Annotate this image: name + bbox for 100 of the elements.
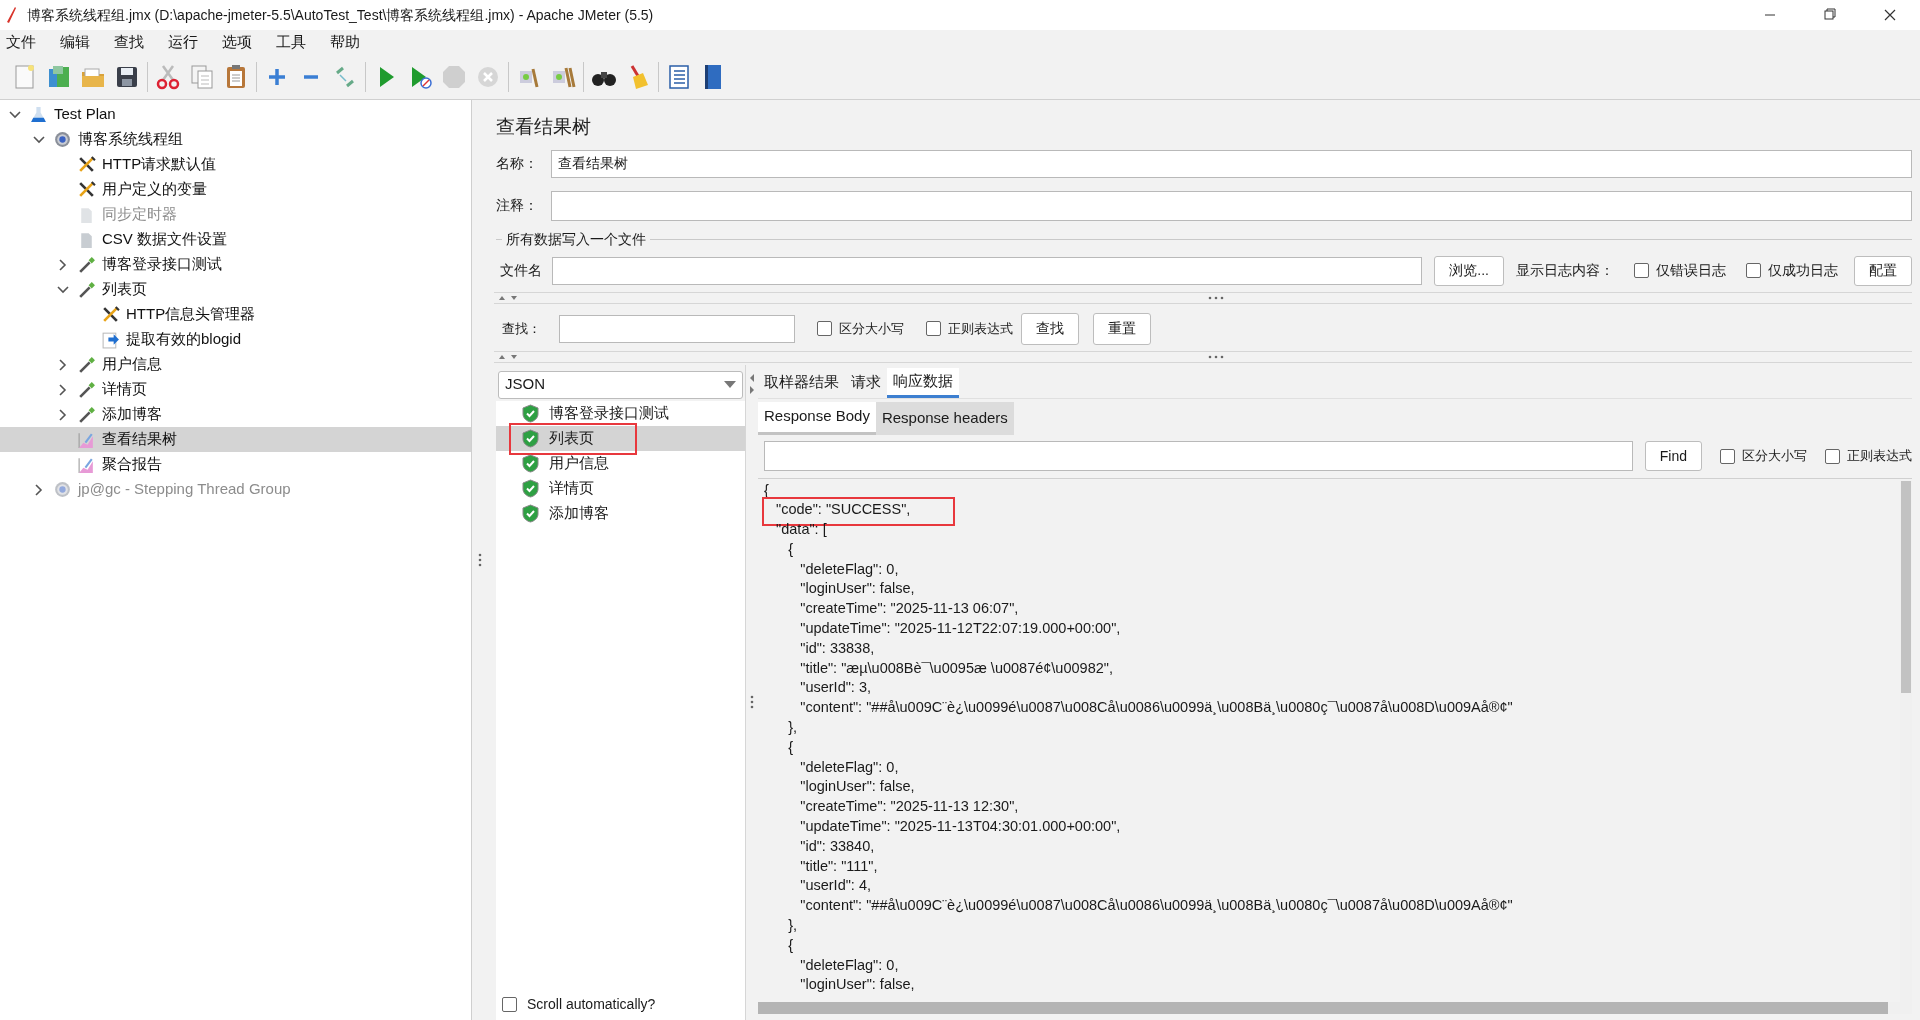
code-line: "loginUser": false, [799,777,915,797]
checkbox-label: 区分大小写 [839,319,904,338]
tab[interactable]: 响应数据 [887,367,959,398]
shield-check-icon [522,428,539,448]
collapse-arrows-icon[interactable] [498,293,520,302]
code-line: "userId": 3, [799,678,871,698]
flask-icon [28,105,48,124]
menu-item[interactable]: 运行 [168,30,198,54]
code-line: }, [787,718,798,738]
collapse-arrows-icon[interactable] [498,352,520,361]
field-label: 名称： [496,154,539,173]
checkbox[interactable] [817,321,832,336]
code-line: { [787,737,793,757]
checkbox[interactable] [926,321,941,336]
tab[interactable]: 取样器结果 [758,367,845,398]
menu-item[interactable]: 查找 [114,30,144,54]
tab[interactable]: Response headers [875,401,1014,435]
window-title: 博客系统线程组.jmx (D:\apache-jmeter-5.5\AutoTest_Test\博客系统线程组.jmx) - Apache JMeter (5.5) [27,5,654,25]
input-field[interactable] [551,190,1912,221]
input-field[interactable] [764,441,1633,471]
checkbox[interactable] [1746,263,1761,278]
field-label: 注释： [496,196,539,215]
code-line: }, [787,916,798,936]
menu-item[interactable]: 工具 [276,30,306,54]
shield-check-icon [522,453,539,473]
app-logo-icon [5,6,17,24]
chevron-right-icon[interactable] [59,408,67,421]
tree-item[interactable]: HTTP请求默认值 [0,152,471,177]
tree-item[interactable]: 添加博客 [0,402,471,427]
renderer-dropdown[interactable]: JSON [498,370,743,399]
result-item[interactable]: 用户信息 [496,450,745,476]
tree-item[interactable]: 用户定义的变量 [0,177,471,202]
code-line: "deleteFlag": 0, [799,955,899,975]
checkbox[interactable] [1634,263,1649,278]
field-label: 查找： [502,319,541,338]
menu-item[interactable]: 文件 [6,30,36,54]
tree-item[interactable]: 提取有效的blogid [0,327,471,352]
tree-item[interactable]: 查看结果树 [0,427,471,452]
code-line: "createTime": "2025-11-13 12:30", [799,797,1019,817]
code-line: { [787,935,793,955]
splitter-handle-icon[interactable] [750,694,754,709]
splitter-handle-icon[interactable] [478,553,482,567]
splitter-handle-icon[interactable] [1208,295,1224,300]
gear-icon [52,130,72,149]
chevron-right-icon[interactable] [59,258,67,271]
input-field[interactable] [559,314,795,343]
configure-button[interactable]: 配置 [1854,255,1912,286]
menu-item[interactable]: 选项 [222,30,252,54]
code-line: "updateTime": "2025-11-13T04:30:01.000+00:00", [799,817,1121,837]
tree-item[interactable]: 用户信息 [0,352,471,377]
code-line: "content": "##å\u009C¨è¿\u0099é\u0087\u008Cå\u0086\u0099ä¸\u008Bä¸\u0080ç¯\u0087å\u008D\u009Aå®¢" [799,896,1513,916]
input-field[interactable]: 查看结果树 [551,149,1912,178]
splitter-handle-icon[interactable] [1208,354,1224,359]
code-line: "deleteFlag": 0, [799,559,899,579]
tree-item[interactable]: 详情页 [0,377,471,402]
code-line: "id": 33838, [799,638,875,658]
tree-item[interactable]: 聚合报告 [0,452,471,477]
chevron-down-icon[interactable] [57,285,69,294]
checkbox-label: 正则表达式 [948,319,1013,338]
checkbox[interactable] [1720,448,1735,464]
chart-icon [76,430,96,449]
chevron-down-icon[interactable] [33,135,45,144]
result-item[interactable]: 详情页 [496,475,745,501]
checkbox-label: 仅错误日志 [1656,261,1726,280]
tree-item[interactable]: 列表页 [0,277,471,302]
find-button[interactable]: Find [1644,441,1702,471]
code-line: "title": "æµ\u008Bè¯\u0095æ \u0087é¢\u00982", [799,658,1113,678]
browse-button[interactable]: 浏览... [1434,255,1504,286]
tree-item[interactable]: HTTP信息头管理器 [0,302,471,327]
code-line: { [787,539,793,559]
menu-item[interactable]: 帮助 [330,30,360,54]
result-item[interactable]: 博客登录接口测试 [496,400,745,426]
tree-item[interactable]: 博客系统线程组 [0,127,471,152]
find-button[interactable]: 查找 [1021,312,1079,345]
code-line: "content": "##å\u009C¨è¿\u0099é\u0087\u008Cå\u0086\u0099ä¸\u008Bä¸\u0080ç¯\u0087å\u008D\u009Aå®¢" [799,698,1513,718]
chevron-right-icon[interactable] [59,383,67,396]
reset-button[interactable]: 重置 [1093,312,1151,345]
tree-item[interactable]: 博客登录接口测试 [0,252,471,277]
chevron-down-icon[interactable] [9,110,21,119]
shield-check-icon [522,503,539,523]
code-line: "code": "SUCCESS", [764,500,911,521]
checkbox[interactable] [502,996,517,1012]
chart-icon [76,455,96,474]
input-field[interactable] [552,256,1423,285]
tree-item[interactable]: CSV 数据文件设置 [0,227,471,252]
checkbox[interactable] [1825,448,1840,464]
chevron-right-icon[interactable] [59,358,67,371]
collapse-arrows-icon[interactable] [749,372,755,395]
checkbox-label: 仅成功日志 [1768,261,1838,280]
code-line: "loginUser": false, [799,579,915,599]
menu-item[interactable]: 编辑 [60,30,90,54]
tab[interactable]: 请求 [845,367,887,398]
checkbox-label: Scroll automatically? [527,994,656,1014]
tree-item[interactable]: Test Plan [0,102,471,127]
result-item[interactable]: 添加博客 [496,500,745,526]
shield-check-icon [522,478,539,498]
tab[interactable]: Response Body [758,401,876,435]
section-title: 所有数据写入一个文件 [506,229,646,249]
dropdown-arrow-icon [724,381,736,388]
code-line: "createTime": "2025-11-13 06:07", [799,599,1019,619]
